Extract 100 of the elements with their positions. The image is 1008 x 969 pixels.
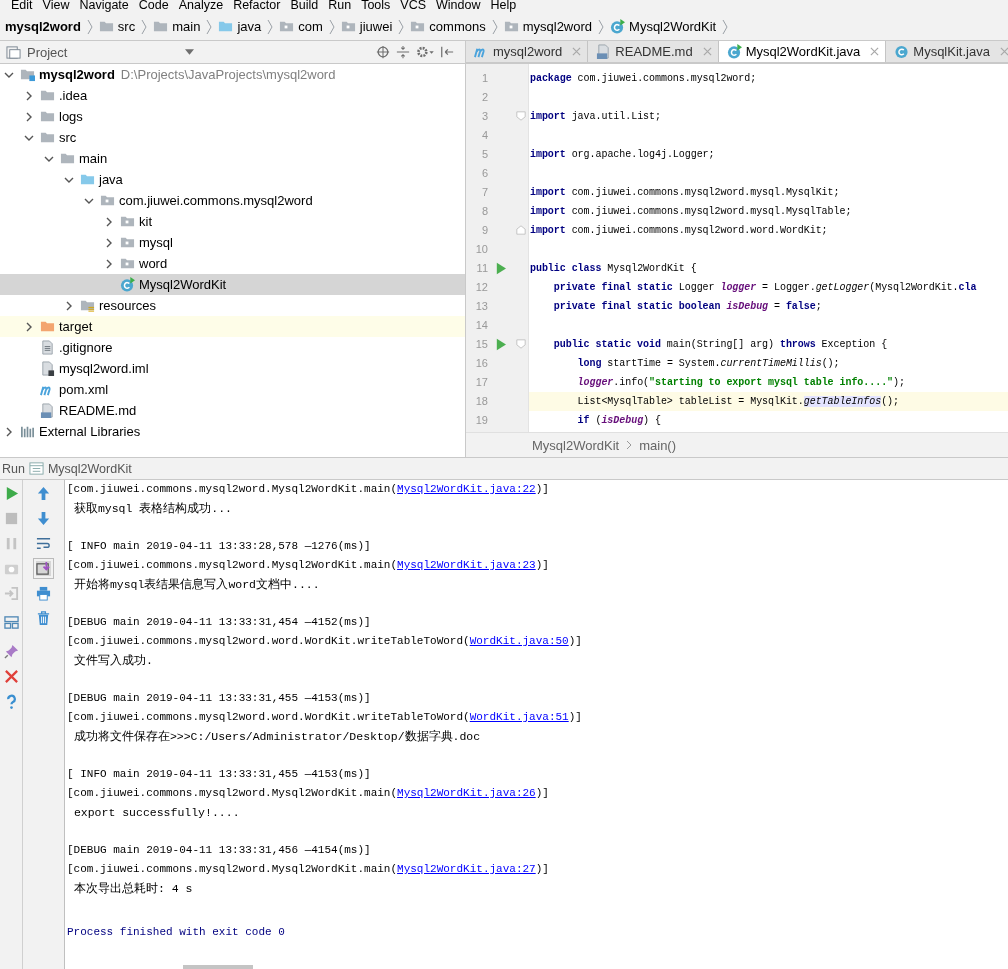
- source-link[interactable]: Mysql2WordKit.java:22: [397, 483, 536, 495]
- scroll-to-end-icon[interactable]: [36, 561, 51, 576]
- tree-item[interactable]: pom.xml: [0, 379, 465, 400]
- panel-title[interactable]: Run: [2, 461, 25, 476]
- menu-item[interactable]: Refactor: [228, 0, 286, 13]
- menu-item[interactable]: Navigate: [74, 0, 134, 13]
- line-number: 17: [474, 374, 489, 390]
- tree-item[interactable]: com.jiuwei.commons.mysql2word: [0, 190, 465, 211]
- breadcrumb-item[interactable]: main: [150, 19, 204, 34]
- trash-icon[interactable]: [36, 611, 51, 626]
- close-icon[interactable]: [572, 46, 582, 56]
- menu-item[interactable]: VCS: [395, 0, 431, 13]
- chevron-right-icon[interactable]: [24, 111, 34, 122]
- console-line: 本次导出总耗时: 4 s: [72, 882, 193, 895]
- close-icon[interactable]: [870, 46, 880, 56]
- menu-item[interactable]: Run: [323, 0, 357, 13]
- hide-panel-icon[interactable]: [440, 45, 455, 59]
- editor-tab[interactable]: MysqlKit.java: [886, 41, 1008, 62]
- source-link[interactable]: WordKit.java:50: [469, 635, 569, 647]
- menu-item[interactable]: Edit: [6, 0, 38, 13]
- close-icon[interactable]: [3, 669, 19, 684]
- run-icon[interactable]: [496, 337, 506, 351]
- fold-marker-icon[interactable]: [516, 225, 526, 236]
- tree-item[interactable]: logs: [0, 106, 465, 127]
- tree-item[interactable]: main: [0, 148, 465, 169]
- breadcrumb-item[interactable]: Mysql2WordKit: [532, 437, 620, 453]
- layout-icon[interactable]: [3, 615, 19, 630]
- arrow-up-icon[interactable]: [36, 486, 51, 501]
- line-number: 10: [474, 241, 489, 257]
- menu-item[interactable]: Help: [485, 0, 522, 13]
- collapse-all-icon[interactable]: [396, 45, 411, 59]
- menu-item[interactable]: Build: [285, 0, 324, 13]
- tree-item[interactable]: java: [0, 169, 465, 190]
- tree-item[interactable]: Mysql2WordKit: [0, 274, 465, 295]
- source-link[interactable]: Mysql2WordKit.java:23: [397, 559, 536, 571]
- breadcrumb-item[interactable]: mysql2word: [500, 19, 596, 34]
- code-line: private final static boolean isDebug = false;: [552, 299, 823, 314]
- breadcrumb-item[interactable]: commons: [407, 19, 489, 34]
- tree-item[interactable]: .gitignore: [0, 337, 465, 358]
- editor-tab[interactable]: mysql2word: [466, 41, 589, 62]
- locate-icon[interactable]: [376, 45, 391, 59]
- menu-item[interactable]: Analyze: [173, 0, 229, 13]
- chevron-right-icon: [205, 18, 214, 35]
- chevron-right-icon[interactable]: [64, 300, 74, 311]
- console-line: [DEBUG main 2019-04-11 13:33:31,454 —4152(ms)]: [67, 616, 371, 628]
- tree-item[interactable]: resources: [0, 295, 465, 316]
- chevron-right-icon[interactable]: [4, 426, 14, 437]
- tree-item[interactable]: README.md: [0, 400, 465, 421]
- breadcrumb-item[interactable]: com: [276, 19, 326, 34]
- tree-item[interactable]: mysql: [0, 232, 465, 253]
- settings-icon[interactable]: [416, 45, 435, 59]
- source-link[interactable]: WordKit.java:51: [469, 711, 569, 723]
- file-icon: [40, 361, 55, 376]
- editor-tab[interactable]: README.md: [588, 41, 719, 62]
- tree-item[interactable]: External Libraries: [0, 421, 465, 442]
- chevron-right-icon: [266, 18, 275, 35]
- pin-icon[interactable]: [3, 644, 19, 659]
- library-icon: [20, 424, 35, 439]
- chevron-right-icon[interactable]: [104, 258, 114, 269]
- breadcrumb-item[interactable]: jiuwei: [337, 19, 396, 34]
- tree-item[interactable]: src: [0, 127, 465, 148]
- close-icon[interactable]: [702, 46, 712, 56]
- arrow-down-icon[interactable]: [36, 511, 51, 526]
- scrollbar[interactable]: [183, 965, 253, 969]
- source-link[interactable]: Mysql2WordKit.java:26: [397, 787, 536, 799]
- run-config-tab[interactable]: Mysql2WordKit: [47, 461, 132, 476]
- menu-item[interactable]: Code: [133, 0, 174, 13]
- close-icon[interactable]: [999, 46, 1008, 56]
- chevron-right-icon[interactable]: [104, 216, 114, 227]
- breadcrumb-item[interactable]: mysql2word: [2, 19, 84, 34]
- class-icon: [120, 277, 135, 292]
- breadcrumb-item[interactable]: src: [95, 19, 139, 34]
- menu-item[interactable]: Window: [431, 0, 486, 13]
- chevron-right-icon[interactable]: [104, 237, 114, 248]
- print-icon[interactable]: [36, 586, 51, 601]
- tree-item[interactable]: kit: [0, 211, 465, 232]
- line-number: 9: [480, 222, 489, 238]
- breadcrumb-item[interactable]: Mysql2WordKit: [607, 19, 720, 34]
- tree-item[interactable]: mysql2word D:\Projects\JavaProjects\mysql2word: [0, 64, 465, 85]
- menu-item[interactable]: View: [37, 0, 75, 13]
- dropdown-caret-icon[interactable]: [185, 49, 195, 55]
- editor-tab[interactable]: Mysql2WordKit.java: [718, 41, 887, 62]
- fold-marker-icon[interactable]: [516, 111, 526, 122]
- source-link[interactable]: Mysql2WordKit.java:27: [397, 863, 536, 875]
- chevron-right-icon: [327, 18, 336, 35]
- folder-icon: [153, 19, 169, 34]
- menu-item[interactable]: Tools: [356, 0, 396, 13]
- tree-item[interactable]: word: [0, 253, 465, 274]
- tree-item[interactable]: mysql2word.iml: [0, 358, 465, 379]
- breadcrumb-item[interactable]: main(): [639, 437, 677, 453]
- fold-marker-icon[interactable]: [516, 339, 526, 350]
- panel-title[interactable]: Project: [27, 44, 68, 60]
- tree-item[interactable]: target: [0, 316, 465, 337]
- tree-item[interactable]: .idea: [0, 85, 465, 106]
- chevron-right-icon[interactable]: [24, 90, 34, 101]
- run-icon[interactable]: [496, 261, 506, 275]
- soft-wrap-icon[interactable]: [36, 536, 51, 551]
- console-line: [com.jiuwei.commons.mysql2word.Mysql2WordKit.main(Mysql2WordKit.java:26)]: [67, 787, 549, 799]
- breadcrumb-item[interactable]: java: [215, 19, 265, 34]
- chevron-right-icon[interactable]: [24, 321, 34, 332]
